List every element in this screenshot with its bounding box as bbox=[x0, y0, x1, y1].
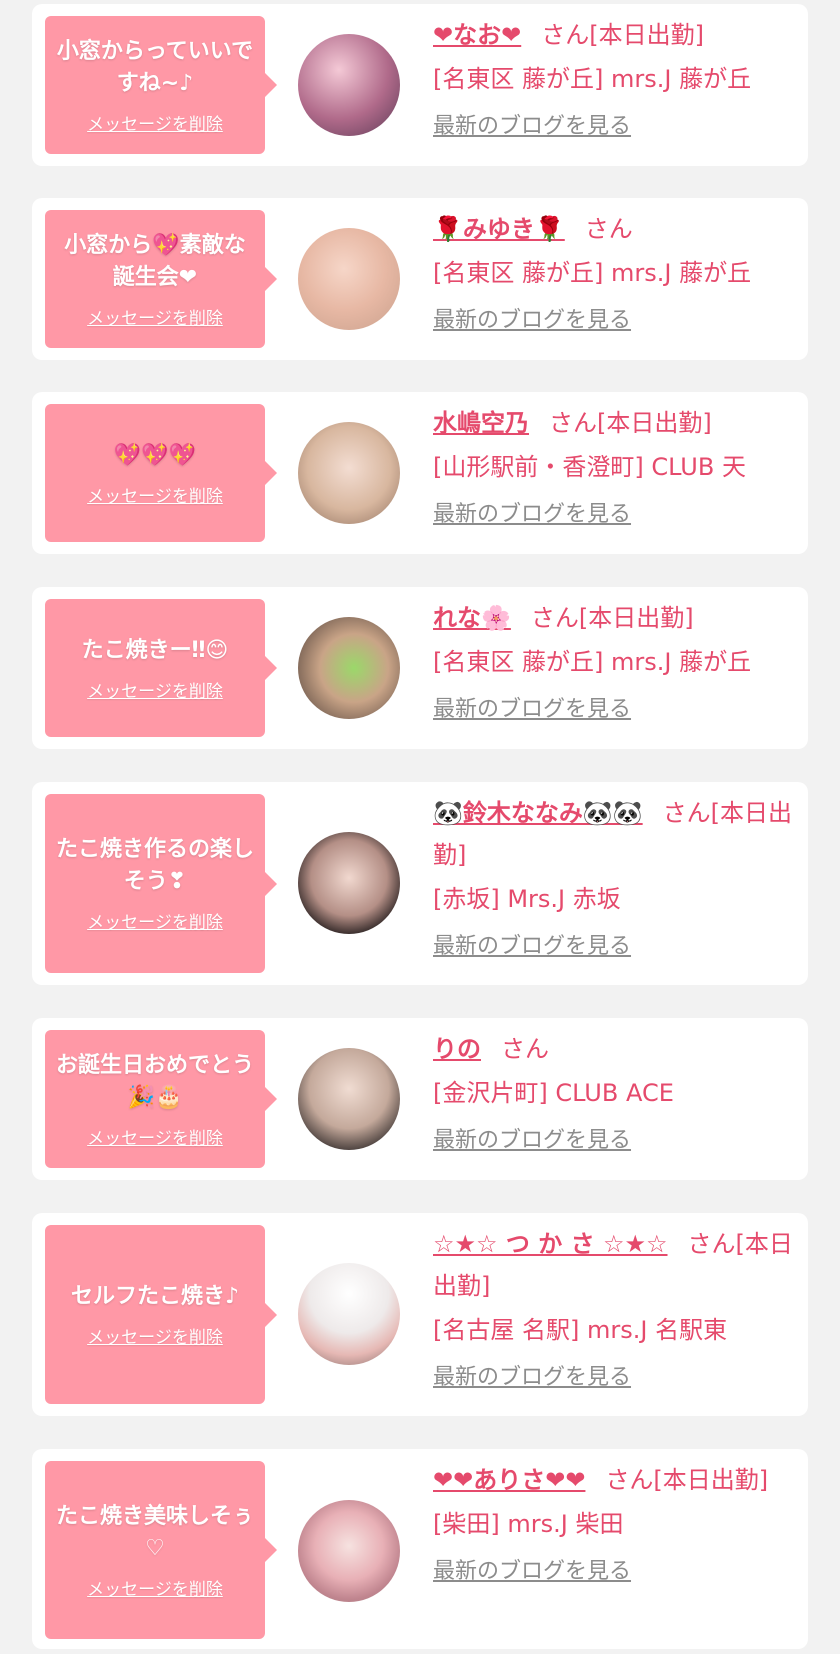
delete-message-link[interactable]: メッセージを削除 bbox=[87, 1575, 223, 1600]
message-list: 小窓からっていいですね~♪ メッセージを削除 ❤なお❤ さん[本日出勤] [名東区… bbox=[0, 0, 840, 1654]
avatar[interactable] bbox=[298, 1048, 400, 1150]
message-text: たこ焼き作るの楽しそう❣ bbox=[55, 837, 254, 894]
girl-name-link[interactable]: れな🌸 bbox=[433, 604, 511, 632]
message-bubble: 小窓からっていいですね~♪ メッセージを削除 bbox=[45, 16, 277, 154]
store-text: [柴田] mrs.J 柴田 bbox=[433, 1510, 624, 1538]
avatar[interactable] bbox=[298, 422, 400, 524]
name-suffix: さん[本日出勤] bbox=[549, 409, 712, 437]
name-suffix: さん bbox=[584, 215, 633, 243]
girl-name-link[interactable]: 🌹みゆき🌹 bbox=[433, 215, 565, 243]
girl-name-link[interactable]: ❤❤ありさ❤❤ bbox=[433, 1466, 585, 1494]
message-text: 小窓から💖素敵な誕生会❤ bbox=[64, 232, 246, 290]
delete-message-link[interactable]: メッセージを削除 bbox=[87, 677, 223, 702]
name-suffix: さん[本日出勤] bbox=[541, 21, 704, 49]
message-card: 小窓から💖素敵な誕生会❤ メッセージを削除 🌹みゆき🌹 さん [名東区 藤が丘] … bbox=[32, 198, 808, 360]
avatar[interactable] bbox=[298, 1500, 400, 1602]
blog-link[interactable]: 最新のブログを見る bbox=[433, 930, 793, 964]
blog-link[interactable]: 最新のブログを見る bbox=[433, 110, 793, 144]
message-card: たこ焼き作るの楽しそう❣ メッセージを削除 🐼鈴木ななみ🐼🐼 さん[本日出勤] [… bbox=[32, 782, 808, 985]
delete-message-link[interactable]: メッセージを削除 bbox=[87, 110, 223, 135]
message-text: 💖💖💖 bbox=[113, 442, 197, 468]
delete-message-link[interactable]: メッセージを削除 bbox=[87, 482, 223, 507]
store-text: [名東区 藤が丘] mrs.J 藤が丘 bbox=[433, 259, 752, 287]
message-bubble: セルフたこ焼き♪ メッセージを削除 bbox=[45, 1225, 277, 1404]
delete-message-link[interactable]: メッセージを削除 bbox=[87, 1323, 223, 1348]
blog-link[interactable]: 最新のブログを見る bbox=[433, 1555, 793, 1589]
store-text: [金沢片町] CLUB ACE bbox=[433, 1079, 674, 1107]
delete-message-link[interactable]: メッセージを削除 bbox=[87, 1124, 223, 1149]
message-card: セルフたこ焼き♪ メッセージを削除 ☆★☆ つ か さ ☆★☆ さん[本日出勤] … bbox=[32, 1213, 808, 1416]
blog-link[interactable]: 最新のブログを見る bbox=[433, 498, 793, 532]
delete-message-link[interactable]: メッセージを削除 bbox=[87, 304, 223, 329]
message-bubble: 💖💖💖 メッセージを削除 bbox=[45, 404, 277, 542]
message-card: たこ焼き美味しそぅ♡ メッセージを削除 ❤❤ありさ❤❤ さん[本日出勤] [柴田]… bbox=[32, 1449, 808, 1649]
name-suffix: さん[本日出勤] bbox=[605, 1466, 769, 1494]
girl-name-link[interactable]: ❤なお❤ bbox=[433, 21, 521, 49]
blog-link[interactable]: 最新のブログを見る bbox=[433, 1124, 793, 1158]
girl-name-link[interactable]: 水嶋空乃 bbox=[433, 409, 529, 437]
store-text: [名東区 藤が丘] mrs.J 藤が丘 bbox=[433, 65, 752, 93]
message-bubble: たこ焼き作るの楽しそう❣ メッセージを削除 bbox=[45, 794, 277, 973]
store-text: [山形駅前・香澄町] CLUB 天 bbox=[433, 453, 746, 481]
store-text: [赤坂] Mrs.J 赤坂 bbox=[433, 885, 621, 913]
name-suffix: さん[本日出勤] bbox=[530, 604, 694, 632]
name-suffix: さん bbox=[501, 1035, 549, 1063]
message-bubble: 小窓から💖素敵な誕生会❤ メッセージを削除 bbox=[45, 210, 277, 348]
avatar[interactable] bbox=[298, 617, 400, 719]
message-text: たこ焼きー‼😊 bbox=[81, 637, 229, 663]
blog-link[interactable]: 最新のブログを見る bbox=[433, 693, 793, 727]
message-bubble: たこ焼き美味しそぅ♡ メッセージを削除 bbox=[45, 1461, 277, 1639]
store-text: [名古屋 名駅] mrs.J 名駅東 bbox=[433, 1316, 728, 1344]
message-text: お誕生日おめでとう🎉🎂 bbox=[55, 1052, 254, 1110]
message-card: 小窓からっていいですね~♪ メッセージを削除 ❤なお❤ さん[本日出勤] [名東区… bbox=[32, 4, 808, 166]
message-card: お誕生日おめでとう🎉🎂 メッセージを削除 りの さん [金沢片町] CLUB AC… bbox=[32, 1018, 808, 1180]
store-text: [名東区 藤が丘] mrs.J 藤が丘 bbox=[433, 648, 752, 676]
message-bubble: お誕生日おめでとう🎉🎂 メッセージを削除 bbox=[45, 1030, 277, 1168]
girl-name-link[interactable]: ☆★☆ つ か さ ☆★☆ bbox=[433, 1230, 668, 1258]
girl-name-link[interactable]: りの bbox=[433, 1035, 481, 1063]
avatar[interactable] bbox=[298, 832, 400, 934]
avatar[interactable] bbox=[298, 1263, 400, 1365]
message-card: たこ焼きー‼😊 メッセージを削除 れな🌸 さん[本日出勤] [名東区 藤が丘] m… bbox=[32, 587, 808, 749]
avatar[interactable] bbox=[298, 228, 400, 330]
blog-link[interactable]: 最新のブログを見る bbox=[433, 304, 793, 338]
avatar[interactable] bbox=[298, 34, 400, 136]
delete-message-link[interactable]: メッセージを削除 bbox=[87, 908, 223, 933]
message-bubble: たこ焼きー‼😊 メッセージを削除 bbox=[45, 599, 277, 737]
blog-link[interactable]: 最新のブログを見る bbox=[433, 1361, 793, 1395]
message-text: セルフたこ焼き♪ bbox=[70, 1284, 240, 1309]
girl-name-link[interactable]: 🐼鈴木ななみ🐼🐼 bbox=[433, 799, 643, 827]
message-text: 小窓からっていいですね~♪ bbox=[56, 38, 254, 96]
message-text: たこ焼き美味しそぅ♡ bbox=[55, 1503, 254, 1561]
message-card: 💖💖💖 メッセージを削除 水嶋空乃 さん[本日出勤] [山形駅前・香澄町] CLU… bbox=[32, 392, 808, 554]
